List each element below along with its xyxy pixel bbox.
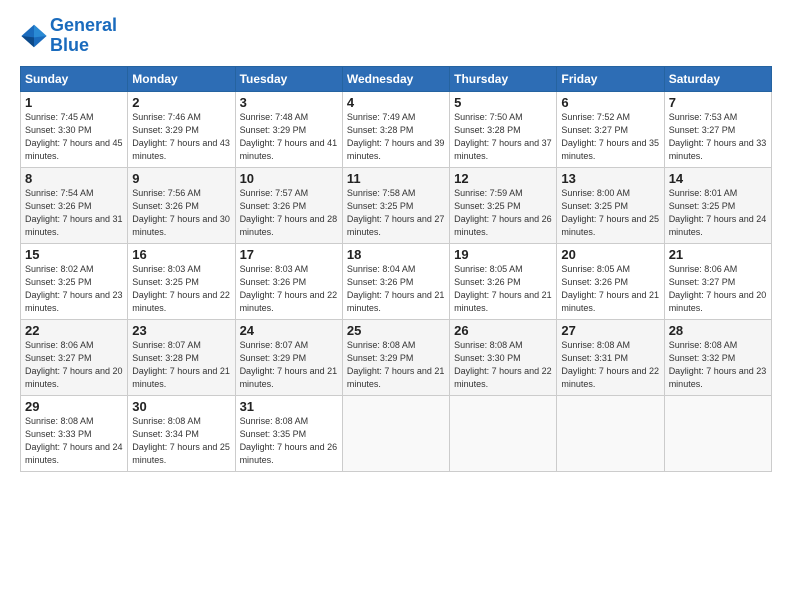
col-sunday: Sunday — [21, 66, 128, 91]
calendar-cell: 1Sunrise: 7:45 AMSunset: 3:30 PMDaylight… — [21, 91, 128, 167]
col-friday: Friday — [557, 66, 664, 91]
calendar-cell: 8Sunrise: 7:54 AMSunset: 3:26 PMDaylight… — [21, 167, 128, 243]
calendar-cell: 2Sunrise: 7:46 AMSunset: 3:29 PMDaylight… — [128, 91, 235, 167]
calendar-cell: 4Sunrise: 7:49 AMSunset: 3:28 PMDaylight… — [342, 91, 449, 167]
table-row: 8Sunrise: 7:54 AMSunset: 3:26 PMDaylight… — [21, 167, 772, 243]
col-wednesday: Wednesday — [342, 66, 449, 91]
logo: General Blue — [20, 16, 117, 56]
calendar-cell: 16Sunrise: 8:03 AMSunset: 3:25 PMDayligh… — [128, 243, 235, 319]
table-row: 15Sunrise: 8:02 AMSunset: 3:25 PMDayligh… — [21, 243, 772, 319]
logo-text: General Blue — [50, 16, 117, 56]
header-row: Sunday Monday Tuesday Wednesday Thursday… — [21, 66, 772, 91]
calendar-cell: 15Sunrise: 8:02 AMSunset: 3:25 PMDayligh… — [21, 243, 128, 319]
col-saturday: Saturday — [664, 66, 771, 91]
calendar-cell — [342, 395, 449, 471]
calendar-cell: 20Sunrise: 8:05 AMSunset: 3:26 PMDayligh… — [557, 243, 664, 319]
col-thursday: Thursday — [450, 66, 557, 91]
calendar-cell: 18Sunrise: 8:04 AMSunset: 3:26 PMDayligh… — [342, 243, 449, 319]
col-monday: Monday — [128, 66, 235, 91]
calendar-cell: 22Sunrise: 8:06 AMSunset: 3:27 PMDayligh… — [21, 319, 128, 395]
calendar-cell: 6Sunrise: 7:52 AMSunset: 3:27 PMDaylight… — [557, 91, 664, 167]
calendar-cell: 23Sunrise: 8:07 AMSunset: 3:28 PMDayligh… — [128, 319, 235, 395]
header: General Blue — [20, 16, 772, 56]
calendar-table: Sunday Monday Tuesday Wednesday Thursday… — [20, 66, 772, 472]
calendar-cell — [664, 395, 771, 471]
calendar-cell: 21Sunrise: 8:06 AMSunset: 3:27 PMDayligh… — [664, 243, 771, 319]
calendar-cell: 13Sunrise: 8:00 AMSunset: 3:25 PMDayligh… — [557, 167, 664, 243]
calendar-cell: 12Sunrise: 7:59 AMSunset: 3:25 PMDayligh… — [450, 167, 557, 243]
logo-icon — [20, 22, 48, 50]
calendar-cell: 5Sunrise: 7:50 AMSunset: 3:28 PMDaylight… — [450, 91, 557, 167]
calendar-cell: 19Sunrise: 8:05 AMSunset: 3:26 PMDayligh… — [450, 243, 557, 319]
page: General Blue Sunday Monday Tuesday Wedne… — [0, 0, 792, 612]
calendar-body: 1Sunrise: 7:45 AMSunset: 3:30 PMDaylight… — [21, 91, 772, 471]
calendar-cell: 30Sunrise: 8:08 AMSunset: 3:34 PMDayligh… — [128, 395, 235, 471]
calendar-cell: 25Sunrise: 8:08 AMSunset: 3:29 PMDayligh… — [342, 319, 449, 395]
calendar-cell: 11Sunrise: 7:58 AMSunset: 3:25 PMDayligh… — [342, 167, 449, 243]
calendar-cell: 9Sunrise: 7:56 AMSunset: 3:26 PMDaylight… — [128, 167, 235, 243]
table-row: 29Sunrise: 8:08 AMSunset: 3:33 PMDayligh… — [21, 395, 772, 471]
calendar-cell: 3Sunrise: 7:48 AMSunset: 3:29 PMDaylight… — [235, 91, 342, 167]
table-row: 22Sunrise: 8:06 AMSunset: 3:27 PMDayligh… — [21, 319, 772, 395]
table-row: 1Sunrise: 7:45 AMSunset: 3:30 PMDaylight… — [21, 91, 772, 167]
calendar-cell — [450, 395, 557, 471]
calendar-cell: 10Sunrise: 7:57 AMSunset: 3:26 PMDayligh… — [235, 167, 342, 243]
col-tuesday: Tuesday — [235, 66, 342, 91]
calendar-cell: 17Sunrise: 8:03 AMSunset: 3:26 PMDayligh… — [235, 243, 342, 319]
calendar-cell: 28Sunrise: 8:08 AMSunset: 3:32 PMDayligh… — [664, 319, 771, 395]
calendar-cell: 29Sunrise: 8:08 AMSunset: 3:33 PMDayligh… — [21, 395, 128, 471]
calendar-cell: 26Sunrise: 8:08 AMSunset: 3:30 PMDayligh… — [450, 319, 557, 395]
calendar-cell: 27Sunrise: 8:08 AMSunset: 3:31 PMDayligh… — [557, 319, 664, 395]
calendar-cell: 7Sunrise: 7:53 AMSunset: 3:27 PMDaylight… — [664, 91, 771, 167]
calendar-cell: 24Sunrise: 8:07 AMSunset: 3:29 PMDayligh… — [235, 319, 342, 395]
calendar-cell — [557, 395, 664, 471]
calendar-cell: 14Sunrise: 8:01 AMSunset: 3:25 PMDayligh… — [664, 167, 771, 243]
calendar-cell: 31Sunrise: 8:08 AMSunset: 3:35 PMDayligh… — [235, 395, 342, 471]
